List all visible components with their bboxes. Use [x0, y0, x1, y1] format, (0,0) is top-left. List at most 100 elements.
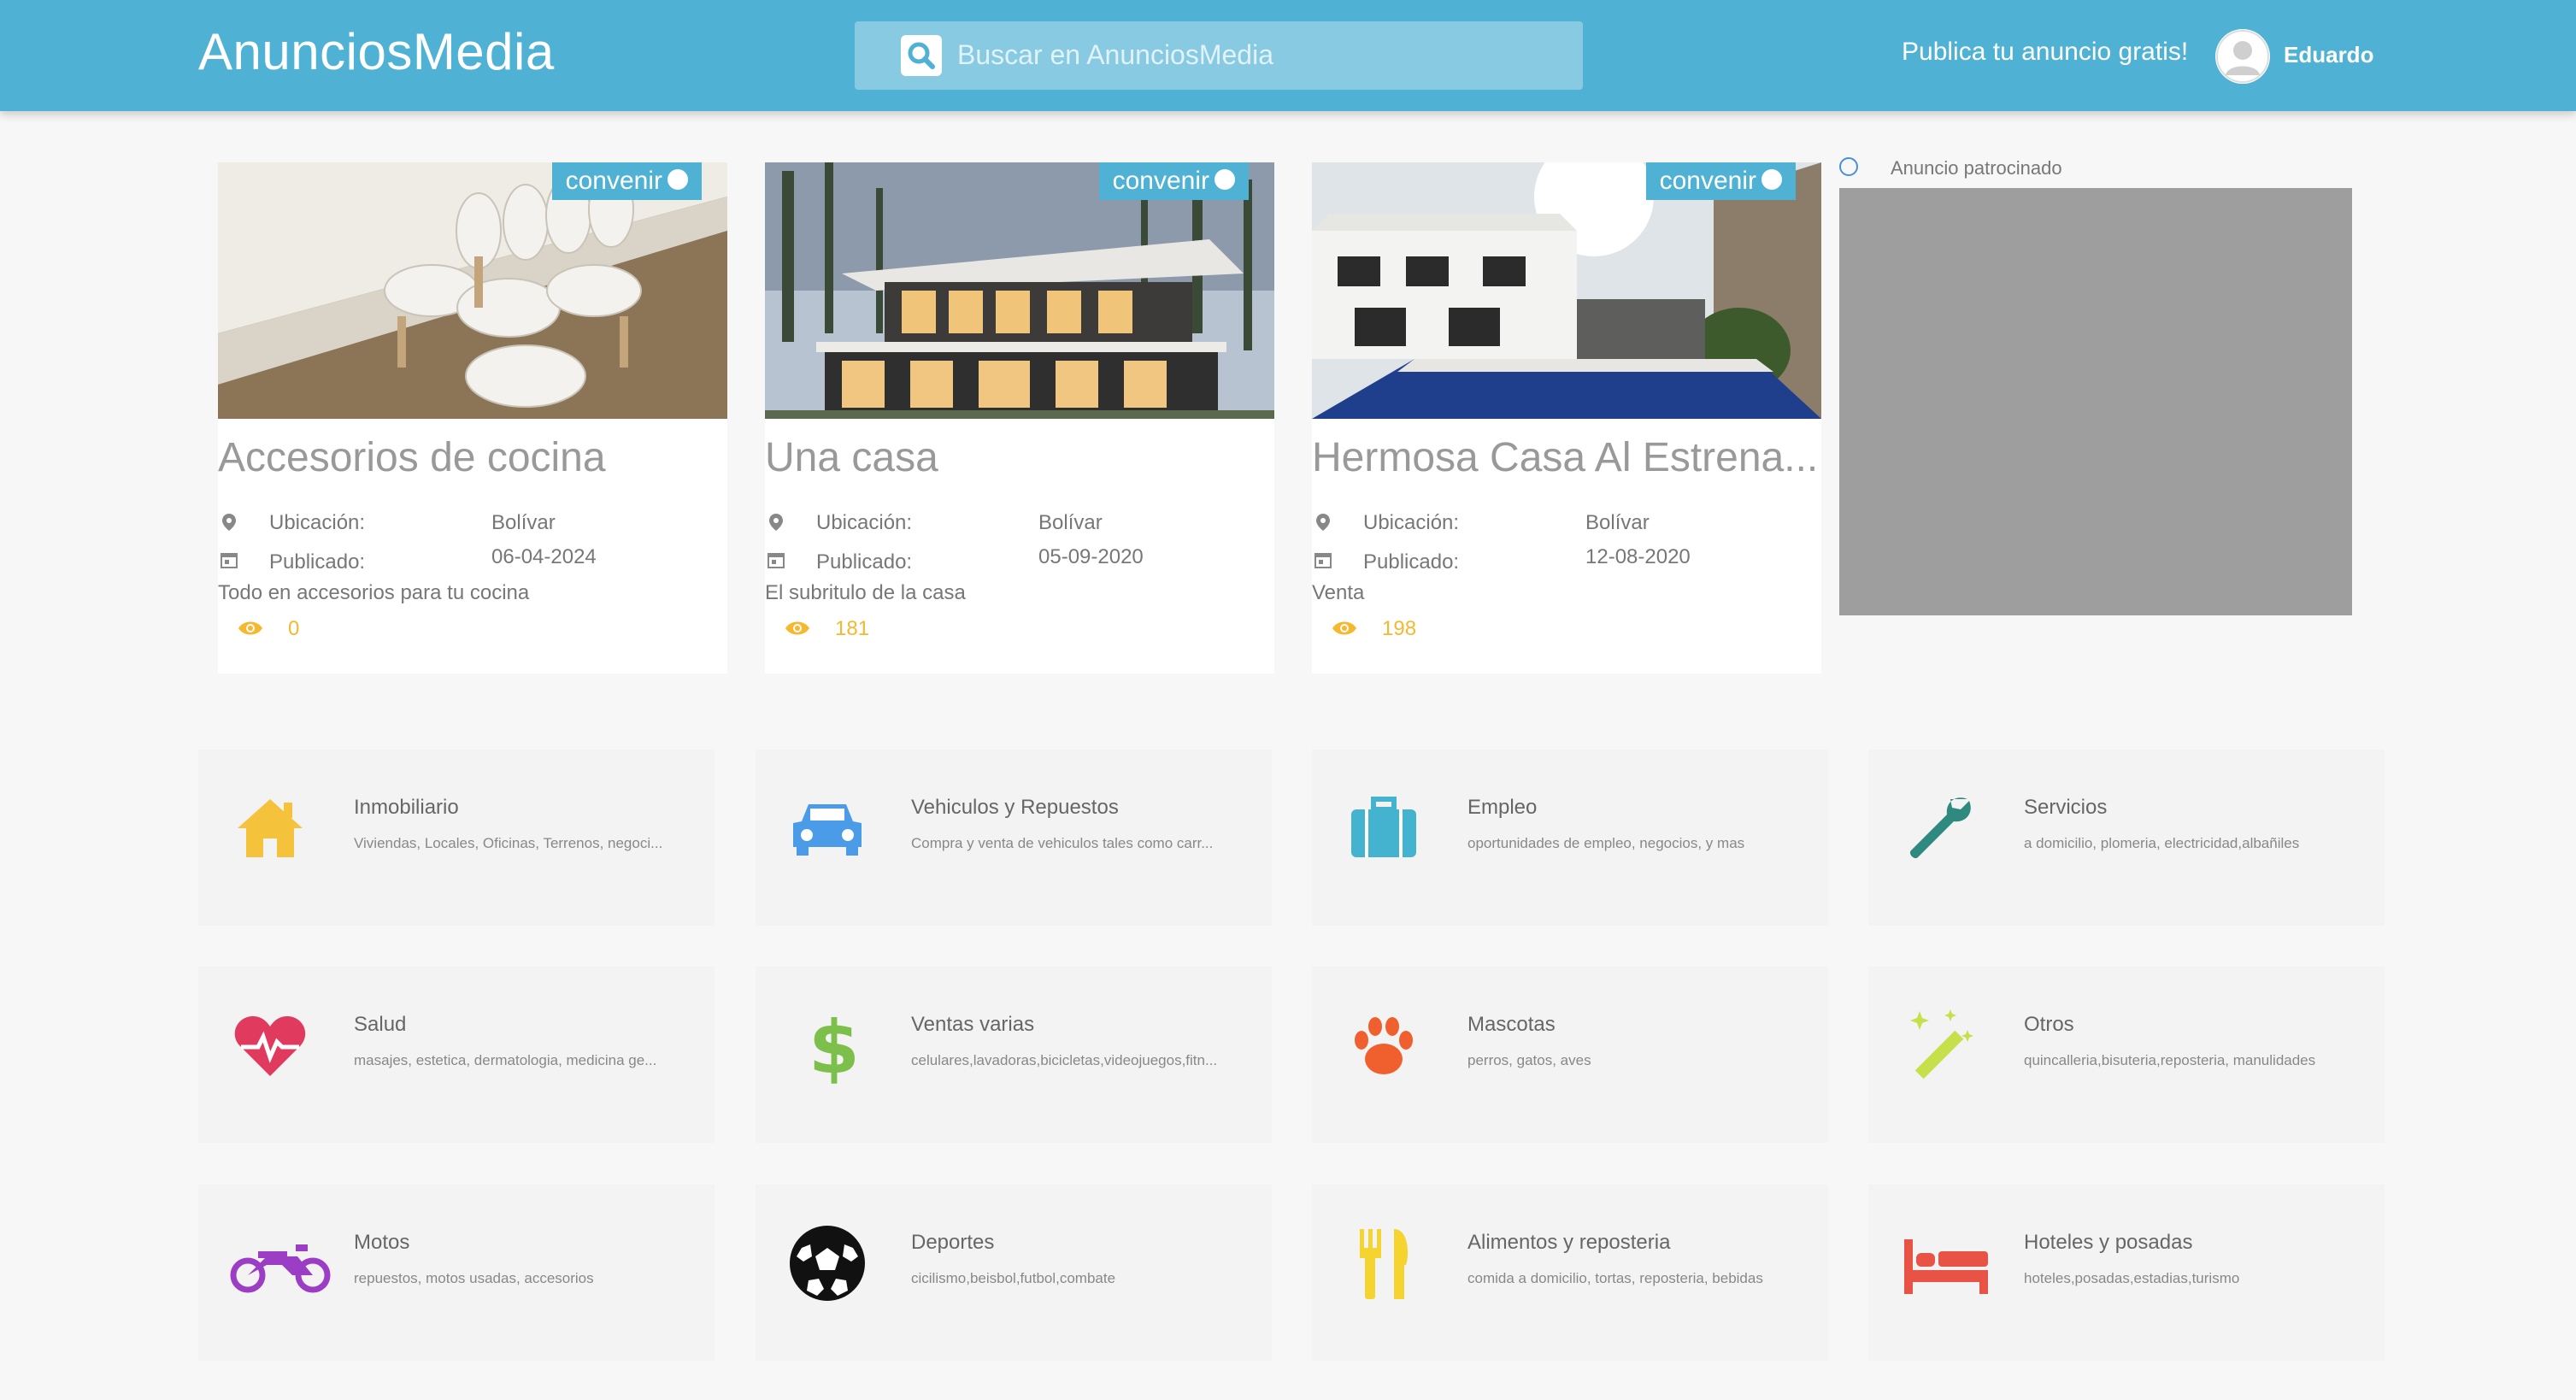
category-empleo[interactable]: Empleo oportunidades de empleo, negocios… [1312, 750, 1828, 926]
location-label: Ubicación: [816, 511, 913, 534]
car-icon [793, 804, 862, 856]
listing-views: 0 [237, 617, 408, 643]
category-name: Inmobiliario [354, 796, 459, 819]
price-badge: convenir [551, 162, 702, 200]
listing-description: Venta [1312, 581, 1365, 604]
location-value: Bolívar [491, 511, 556, 534]
category-description: quincalleria,bisuteria,reposteria, manul… [2024, 1052, 2316, 1068]
house-icon [238, 799, 303, 857]
views-count: 198 [1382, 617, 1417, 640]
search-icon[interactable] [901, 35, 942, 76]
category-description: celulares,lavadoras,bicicletas,videojueg… [911, 1052, 1218, 1068]
listing-location: Ubicación: Bolívar [218, 511, 727, 537]
location-label: Ubicación: [269, 511, 366, 534]
listing-image[interactable] [218, 162, 727, 419]
category-description: cicilismo,beisbol,futbol,combate [911, 1270, 1116, 1286]
location-pin-icon [222, 514, 236, 531]
info-icon[interactable] [1839, 157, 1858, 176]
category-description: comida a domicilio, tortas, reposteria, … [1467, 1270, 1763, 1286]
top-navbar: AnunciosMedia Buscar en AnunciosMedia Pu… [0, 0, 2576, 111]
published-value: 06-04-2024 [491, 545, 597, 568]
badge-icon [1761, 169, 1782, 191]
category-alimentos[interactable]: Alimentos y reposteria comida a domicili… [1312, 1185, 1828, 1361]
category-name: Motos [354, 1231, 410, 1254]
listing-image[interactable] [1312, 162, 1821, 419]
category-name: Empleo [1467, 796, 1538, 819]
category-description: oportunidades de empleo, negocios, y mas [1467, 835, 1745, 851]
published-value: 05-09-2020 [1038, 545, 1144, 568]
location-label: Ubicación: [1363, 511, 1460, 534]
eye-icon [1332, 621, 1356, 635]
category-ventas-varias[interactable]: $ Ventas varias celulares,lavadoras,bici… [756, 967, 1272, 1143]
eye-icon [238, 621, 262, 635]
location-value: Bolívar [1585, 511, 1650, 534]
listing-title[interactable]: Accesorios de cocina [218, 434, 727, 481]
location-pin-icon [1316, 514, 1330, 531]
publish-ad-link[interactable]: Publica tu anuncio gratis! [1902, 38, 2188, 67]
listing-title[interactable]: Hermosa Casa Al Estrena... [1312, 434, 1821, 481]
search-bar[interactable]: Buscar en AnunciosMedia [855, 21, 1583, 90]
category-name: Ventas varias [911, 1013, 1035, 1036]
category-name: Servicios [2024, 796, 2108, 819]
category-salud[interactable]: Salud masajes, estetica, dermatologia, m… [198, 967, 715, 1143]
user-name[interactable]: Eduardo [2284, 42, 2373, 68]
price-badge: convenir [1645, 162, 1796, 200]
location-value: Bolívar [1038, 511, 1103, 534]
category-name: Vehiculos y Repuestos [911, 796, 1119, 819]
category-otros[interactable]: Otros quincalleria,bisuteria,reposteria,… [1868, 967, 2385, 1143]
listing-location: Ubicación: Bolívar [1312, 511, 1821, 537]
listing-views: 181 [784, 617, 955, 643]
category-vehiculos[interactable]: Vehiculos y Repuestos Compra y venta de … [756, 750, 1272, 926]
category-servicios[interactable]: Servicios a domicilio, plomeria, electri… [1868, 750, 2385, 926]
listing-card[interactable]: convenir Accesorios de cocina Ubicación:… [218, 162, 727, 674]
sponsored-ad[interactable] [1839, 188, 2352, 615]
views-count: 0 [288, 617, 300, 640]
listing-location: Ubicación: Bolívar [765, 511, 1274, 537]
category-name: Otros [2024, 1013, 2074, 1036]
category-description: masajes, estetica, dermatologia, medicin… [354, 1052, 657, 1068]
svg-text:$: $ [809, 1005, 860, 1086]
dollar-icon: $ [809, 1005, 860, 1086]
listing-title[interactable]: Una casa [765, 434, 1274, 481]
category-name: Hoteles y posadas [2024, 1231, 2193, 1254]
listing-image[interactable] [765, 162, 1274, 419]
badge-icon [668, 169, 688, 191]
category-description: Compra y venta de vehiculos tales como c… [911, 835, 1214, 851]
listing-card[interactable]: convenir Hermosa Casa Al Estrena... Ubic… [1312, 162, 1821, 674]
wrench-icon [1909, 797, 1971, 859]
category-inmobiliario[interactable]: Inmobiliario Viviendas, Locales, Oficina… [198, 750, 715, 926]
bed-icon [1904, 1239, 1988, 1294]
category-hoteles[interactable]: Hoteles y posadas hoteles,posadas,estadi… [1868, 1185, 2385, 1361]
category-name: Alimentos y reposteria [1467, 1231, 1671, 1254]
magic-wand-icon [1910, 1009, 1973, 1079]
category-mascotas[interactable]: Mascotas perros, gatos, aves [1312, 967, 1828, 1143]
category-description: hoteles,posadas,estadias,turismo [2024, 1270, 2240, 1286]
category-description: perros, gatos, aves [1467, 1052, 1591, 1068]
published-label: Publicado: [1363, 550, 1460, 574]
category-description: Viviendas, Locales, Oficinas, Terrenos, … [354, 835, 663, 851]
brand-logo[interactable]: AnunciosMedia [198, 22, 555, 81]
listing-published: Publicado: 12-08-2020 [1312, 545, 1821, 574]
category-motos[interactable]: Motos repuestos, motos usadas, accesorio… [198, 1185, 715, 1361]
heart-pulse-icon [234, 1016, 306, 1076]
listing-published: Publicado: 05-09-2020 [765, 545, 1274, 574]
avatar[interactable] [2215, 29, 2270, 84]
category-name: Salud [354, 1013, 407, 1036]
soccer-ball-icon [790, 1226, 865, 1301]
published-label: Publicado: [816, 550, 913, 574]
calendar-icon [221, 553, 238, 568]
eye-icon [785, 621, 809, 635]
badge-icon [1214, 169, 1235, 191]
listing-views: 198 [1331, 617, 1502, 643]
listing-description: Todo en accesorios para tu cocina [218, 581, 530, 604]
category-name: Deportes [911, 1231, 995, 1254]
category-description: repuestos, motos usadas, accesorios [354, 1270, 594, 1286]
calendar-icon [1314, 553, 1332, 568]
search-input[interactable]: Buscar en AnunciosMedia [957, 39, 1273, 71]
listing-card[interactable]: convenir Una casa Ubicación: Bolívar Pub… [765, 162, 1274, 674]
category-name: Mascotas [1467, 1013, 1556, 1036]
location-pin-icon [769, 514, 783, 531]
listing-description: El subritulo de la casa [765, 581, 966, 604]
category-deportes[interactable]: Deportes cicilismo,beisbol,futbol,combat… [756, 1185, 1272, 1361]
category-description: a domicilio, plomeria, electricidad,alba… [2024, 835, 2300, 851]
